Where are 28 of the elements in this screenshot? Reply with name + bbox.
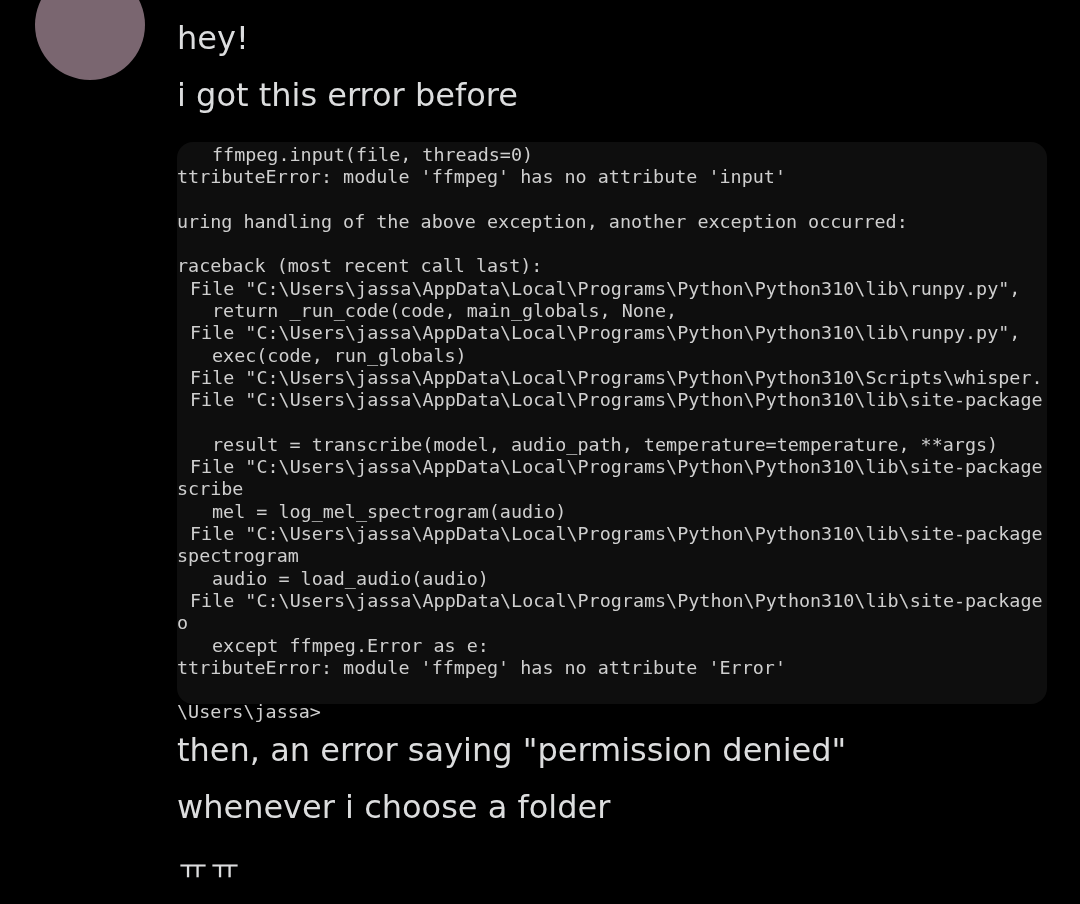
message-text: hey! [177,18,249,59]
terminal-line: raceback (most recent call last): [177,255,543,278]
terminal-line: File "C:\Users\jassa\AppData\Local\Programs\Python\Python310\lib\site-package [190,589,1043,613]
terminal-line: \Users\jassa> [177,701,321,724]
terminal-line: ffmpeg.input(file, threads=0) [212,144,534,167]
message-text: i got this error before [177,75,518,116]
terminal-line: File "C:\Users\jassa\AppData\Local\Programs\Python\Python310\lib\site-package [190,523,1043,546]
terminal-line: File "C:\Users\jassa\AppData\Local\Programs\Python\Python310\lib\runpy.py", [190,322,1021,345]
terminal-line: File "C:\Users\jassa\AppData\Local\Programs\Python\Python310\lib\site-package [190,456,1043,479]
terminal-line: spectrogram [177,545,299,568]
terminal-line: ttributeError: module 'ffmpeg' has no attribute 'input' [177,166,786,189]
terminal-line: ttributeError: module 'ffmpeg' has no attribute 'Error' [177,656,786,680]
terminal-line: mel = log_mel_spectrogram(audio) [212,500,567,524]
message-text: then, an error saying "permission denied" [177,730,847,771]
terminal-line: result = transcribe(model, audio_path, temperature=temperature, **args) [212,433,999,457]
terminal-line: File "C:\Users\jassa\AppData\Local\Programs\Python\Python310\Scripts\whisper. [190,366,1043,390]
message-text: whenever i choose a folder [177,787,611,828]
terminal-line: return _run_code(code, main_globals, None, [212,300,678,323]
terminal-line: File "C:\Users\jassa\AppData\Local\Programs\Python\Python310\lib\site-package [190,389,1043,412]
terminal-line: uring handling of the above exception, another exception occurred: [177,210,908,234]
terminal-line: except ffmpeg.Error as e: [212,634,489,657]
terminal-line: exec(code, run_globals) [212,344,467,367]
terminal-line: audio = load_audio(audio) [212,567,489,590]
message-text: ㅠㅠ [177,844,241,885]
avatar[interactable] [35,0,145,80]
terminal-line: File "C:\Users\jassa\AppData\Local\Programs\Python\Python310\lib\runpy.py", [190,277,1021,301]
terminal-line: o [177,612,189,635]
terminal-line: scribe [177,478,244,501]
